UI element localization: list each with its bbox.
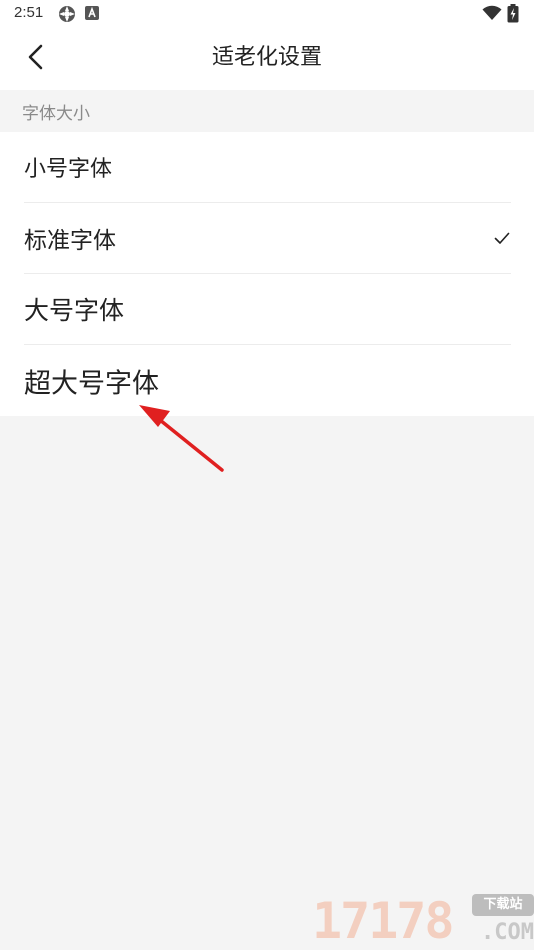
font-size-list: 小号字体 标准字体 大号字体 超大号字体 xyxy=(0,132,534,416)
font-option-small[interactable]: 小号字体 xyxy=(24,132,511,203)
back-button[interactable] xyxy=(18,42,52,76)
font-option-standard[interactable]: 标准字体 xyxy=(24,203,511,274)
chevron-left-icon xyxy=(26,44,44,74)
font-option-label: 小号字体 xyxy=(24,157,113,182)
status-time: 2:51 xyxy=(14,4,44,21)
battery-charging-icon xyxy=(507,4,519,27)
watermark-badge: 下载站 xyxy=(472,894,534,916)
page-title: 适老化设置 xyxy=(211,45,322,70)
font-option-label: 标准字体 xyxy=(24,228,116,254)
checkmark-icon xyxy=(493,229,511,247)
section-title: 字体大小 xyxy=(22,104,90,124)
section-header: 字体大小 xyxy=(0,90,534,132)
watermark-suffix: .COM xyxy=(481,920,534,945)
font-option-label: 超大号字体 xyxy=(24,368,159,399)
font-option-large[interactable]: 大号字体 xyxy=(24,274,511,345)
status-bar: 2:51 xyxy=(0,0,534,28)
a-badge-icon xyxy=(84,5,100,25)
font-option-extra-large[interactable]: 超大号字体 xyxy=(24,345,511,416)
wifi-icon xyxy=(482,5,502,25)
watermark-digits: 17178 xyxy=(312,892,455,950)
app-header: 适老化设置 xyxy=(0,28,534,90)
font-option-label: 大号字体 xyxy=(24,296,125,325)
site-watermark: 17178 下载站 .COM xyxy=(312,892,534,950)
settings-flower-icon xyxy=(58,5,76,27)
